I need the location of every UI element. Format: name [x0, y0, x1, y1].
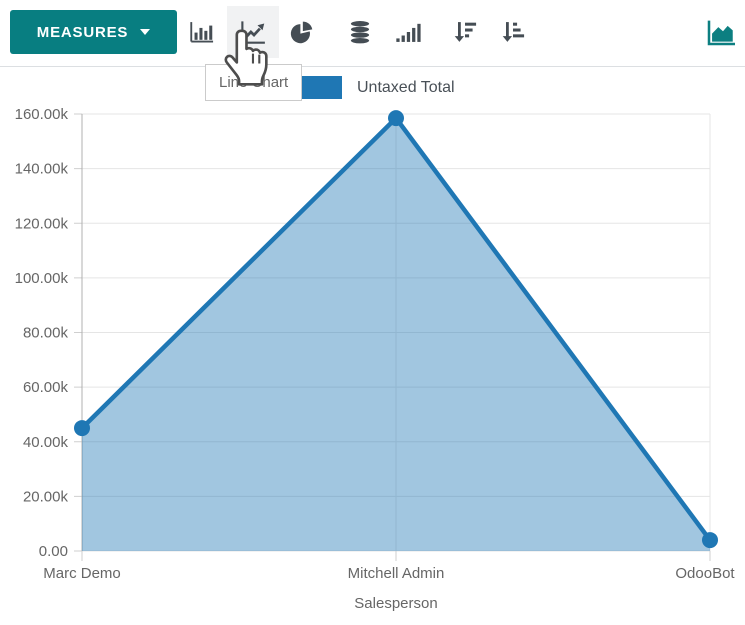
svg-text:160.00k: 160.00k	[15, 106, 69, 123]
chart-canvas[interactable]: 0.00 20.00k 40.00k 60.00k 80.00k 100.00k 120.0…	[0, 67, 745, 625]
svg-text:OdooBot: OdooBot	[675, 565, 735, 582]
svg-text:120.00k: 120.00k	[15, 215, 69, 232]
svg-text:60.00k: 60.00k	[23, 379, 69, 396]
sort-amount-asc-icon	[499, 18, 527, 46]
measures-button[interactable]: MEASURES	[10, 10, 177, 54]
measures-button-label: MEASURES	[37, 24, 128, 41]
area-chart-view-switcher[interactable]	[697, 6, 745, 58]
svg-text:40.00k: 40.00k	[23, 434, 69, 451]
pie-chart-icon	[288, 19, 315, 46]
legend-swatch	[299, 76, 342, 99]
bar-chart-icon	[188, 18, 216, 46]
chart-legend[interactable]: Untaxed Total	[299, 76, 455, 99]
stacked-data-button[interactable]	[334, 6, 386, 58]
hand-cursor-icon	[224, 29, 270, 87]
svg-text:0.00: 0.00	[39, 543, 68, 560]
signal-bars-icon	[394, 18, 422, 46]
area-chart-icon	[705, 16, 737, 48]
database-icon	[347, 18, 373, 46]
sort-descending-button[interactable]	[439, 6, 491, 58]
svg-text:140.00k: 140.00k	[15, 161, 69, 178]
svg-text:100.00k: 100.00k	[15, 270, 69, 287]
svg-text:Marc Demo: Marc Demo	[43, 565, 121, 582]
caret-down-icon	[140, 29, 150, 35]
svg-text:20.00k: 20.00k	[23, 488, 69, 505]
graph-chart-view: Untaxed Total 0.00 20.00k 40.00k 60.00k 80.0…	[0, 67, 745, 625]
sort-ascending-button[interactable]	[487, 6, 539, 58]
graph-toolbar: MEASURES	[0, 0, 745, 66]
pie-chart-button[interactable]	[275, 6, 327, 58]
svg-text:80.00k: 80.00k	[23, 325, 69, 342]
sort-amount-desc-icon	[451, 18, 479, 46]
svg-text:Mitchell Admin: Mitchell Admin	[348, 565, 445, 582]
bar-chart-button[interactable]	[176, 6, 228, 58]
legend-label: Untaxed Total	[357, 79, 455, 97]
svg-text:Salesperson: Salesperson	[354, 595, 437, 612]
ascending-bars-button[interactable]	[382, 6, 434, 58]
